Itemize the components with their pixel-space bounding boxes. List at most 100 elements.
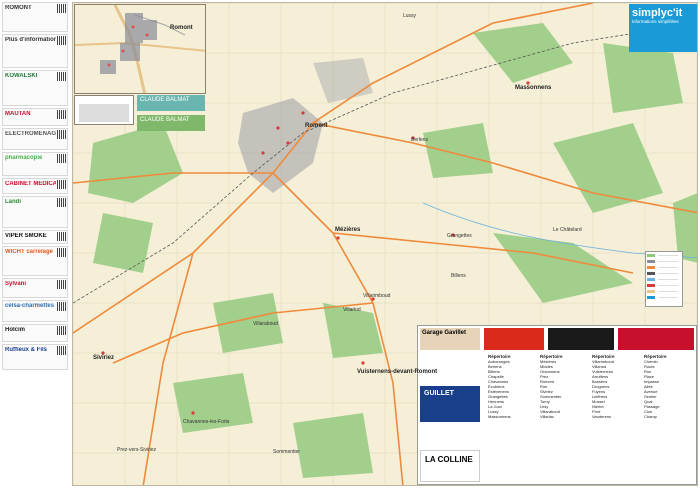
qr-code-icon [57,154,66,163]
brand-box[interactable]: simplyc'it informations simplifiées [629,4,697,52]
qr-code-icon [57,36,66,45]
ad-tile[interactable]: pharmacopie [2,152,68,176]
place-label: Le Châtelard [553,227,582,233]
legend-swatch [647,278,655,281]
index-ad-1[interactable]: Garage Gavillet [420,328,480,350]
index-ad-guillet-label: GUILLET [424,390,454,397]
qr-code-icon [57,248,66,257]
index-row: Massonnens [488,414,511,419]
legend-swatch [647,296,655,299]
poi-marker [301,111,305,115]
inset-roads [75,5,205,93]
place-label: Villarlod [343,307,361,313]
map-legend [645,251,683,307]
ad-tile[interactable]: KOWALSKI [2,70,68,106]
index-ad-colline-label: LA COLLINE [425,455,473,464]
legend-swatch [647,254,655,257]
brand-name: simplyc'it [632,7,683,19]
ad-tile-text: Ruffieux & Fils [5,347,48,353]
index-column: Répertoire Villarimboud Villarlod Vuisterne… [592,354,650,419]
poi-marker [261,151,265,155]
legend-swatch [647,260,655,263]
legend-swatch [647,272,655,275]
index-ad-3[interactable] [548,328,614,350]
index-ad-1-label: Garage Gavillet [422,330,467,336]
ad-tile-text: Sylvani [5,281,27,287]
promo-balmat-2[interactable]: CLAUDE BALMAT [137,115,205,131]
qr-code-icon [57,4,66,13]
qr-code-icon [57,198,66,207]
promo-box-left[interactable] [74,95,134,125]
poi-marker [361,361,365,365]
ad-tile-text: celsa-charmettes [5,303,55,309]
ad-tile-text: VIPER SMOKE [5,233,47,239]
ad-tile[interactable]: Ruffieux & Fils [2,344,68,370]
qr-code-icon [57,72,66,81]
promo-balmat-1[interactable]: CLAUDE BALMAT [137,95,205,111]
qr-code-icon [57,280,66,289]
ad-tile-text: Holcim [5,327,26,333]
ad-tile[interactable]: Sylvani [2,278,68,298]
place-label: Sommentier [273,449,300,455]
legend-swatch [647,284,655,287]
ad-tile[interactable]: WICHT carrelage [2,246,68,276]
promo-photo [79,104,129,122]
ad-tile-text: MAUTAN [5,111,31,117]
place-label: Villarimboud [363,293,391,299]
ad-tile-text: CABINET MÉDICAL ROMONT [5,181,56,187]
ad-tile[interactable]: Holcim [2,324,68,342]
index-column: Répertoire Chemin Route Rue Place Impasse Allé… [644,354,696,419]
place-label: Massonnens [515,85,552,91]
place-label: Prez-vers-Siviriez [117,447,157,453]
ad-tile-text: pharmacopie [5,155,43,161]
index-ad-guillet[interactable]: GUILLET [420,386,480,422]
place-label: Siviriez [93,355,115,361]
index-column: Répertoire Auboranges Berlens Billens Chapel… [488,354,546,419]
qr-code-icon [57,110,66,119]
ad-tile[interactable]: MAUTAN [2,108,68,126]
place-label: Grangettes [447,233,472,239]
ad-tile[interactable]: CABINET MÉDICAL ROMONT [2,178,68,194]
poi-marker [286,141,290,145]
place-label: Berlens [411,137,428,143]
ad-tile[interactable]: ELECTROMÉNAGER SERVICES SA [2,128,68,150]
ad-tile-text: Plus d'informations [5,37,56,43]
poi-marker [276,126,280,130]
ad-tile[interactable]: Landi [2,196,68,228]
place-label: Lussy [403,13,417,19]
index-column: Répertoire Mézières Middes Orsonnens Prez Rom… [540,354,598,419]
ad-tile[interactable]: Plus d'informations [2,34,68,68]
index-row: Champ [644,414,657,419]
index-ad-2[interactable] [484,328,544,350]
index-row: Vauderens [592,414,612,419]
index-row: Villariaz [540,414,554,419]
poi-marker [191,411,195,415]
forest-area [423,123,493,178]
ad-tile[interactable]: celsa-charmettes [2,300,68,322]
promo-balmat-label: CLAUDE BALMAT [140,117,190,123]
qr-code-icon [57,130,66,139]
qr-code-icon [57,232,66,241]
ad-tile[interactable]: ROMONT [2,2,68,32]
ad-tile-text: Landi [5,199,21,205]
place-label: Mézières [335,227,361,233]
legend-swatch [647,266,655,269]
legend-swatch [647,290,655,293]
ad-tile-text: KOWALSKI [5,73,38,79]
index-ad-4[interactable] [618,328,694,350]
ad-tile-text: ELECTROMÉNAGER SERVICES SA [5,131,56,137]
main-map[interactable]: Romont CLAUDE BALMAT CLAUDE BALMAT simpl… [72,2,698,486]
qr-code-icon [57,302,66,311]
ad-tile-text: ROMONT [5,5,32,11]
ads-column: ROMONT Plus d'informations KOWALSKI MAUTAN E… [2,2,70,486]
inset-map-romont[interactable]: Romont [74,4,206,94]
forest-area [93,213,153,273]
place-label: Chavannes-les-Forts [183,419,230,425]
ad-tile[interactable]: VIPER SMOKE [2,230,68,244]
index-ad-colline[interactable]: LA COLLINE [420,450,480,482]
street-index: Garage Gavillet GUILLET LA COLLINE Réper… [417,325,697,485]
place-label: Billens [451,273,466,279]
place-label: Villaraboud [253,321,278,327]
place-label: Vuisternens-devant-Romont [357,369,438,375]
qr-code-icon [57,326,66,335]
